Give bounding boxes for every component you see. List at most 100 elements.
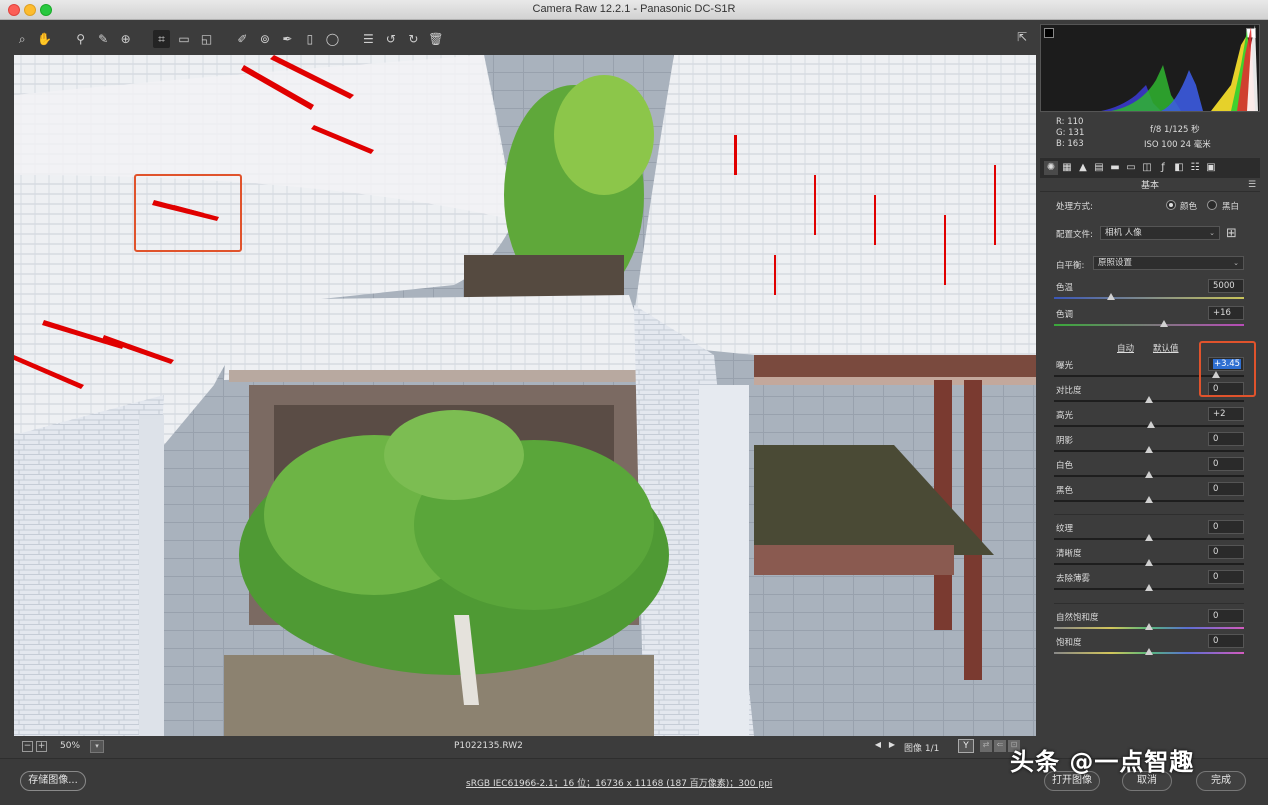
- snapshots-tab-icon[interactable]: ▣: [1204, 161, 1218, 175]
- transform-icon[interactable]: ◱: [198, 30, 215, 48]
- slider-label: 饱和度: [1056, 638, 1082, 648]
- fullscreen-icon[interactable]: ⇱: [1014, 30, 1030, 46]
- profile-dropdown[interactable]: 相机 人像 ⌄: [1100, 226, 1220, 240]
- lens-tab-icon[interactable]: ▭: [1124, 161, 1138, 175]
- red-eye-icon[interactable]: ⊚: [257, 30, 274, 48]
- slider-thumb[interactable]: [1145, 584, 1153, 591]
- bw-label: 黑白: [1222, 202, 1240, 212]
- slider-track[interactable]: [1054, 623, 1244, 630]
- slider-value-field[interactable]: +2: [1208, 407, 1244, 421]
- zoom-icon[interactable]: ⌕: [14, 30, 31, 48]
- slider-thumb[interactable]: [1145, 446, 1153, 453]
- split-toning-tab-icon[interactable]: ▬: [1108, 161, 1122, 175]
- basic-tab-icon[interactable]: ✺: [1044, 161, 1058, 175]
- profile-browser-icon[interactable]: ⊞: [1226, 226, 1242, 242]
- zoom-in-button[interactable]: +: [36, 741, 47, 752]
- slider-track[interactable]: [1054, 421, 1244, 428]
- slider-thumb[interactable]: [1107, 293, 1115, 300]
- slider-thumb[interactable]: [1145, 471, 1153, 478]
- list-icon[interactable]: ☰: [360, 30, 377, 48]
- white-balance-icon[interactable]: ⚲: [72, 30, 89, 48]
- color-label: 颜色: [1180, 202, 1198, 212]
- slider-track[interactable]: [1054, 293, 1244, 300]
- calibration-tab-icon[interactable]: ◧: [1172, 161, 1186, 175]
- auto-button[interactable]: 自动: [1117, 342, 1134, 354]
- slider-track[interactable]: [1054, 496, 1244, 503]
- spot-removal-icon[interactable]: ✐: [234, 30, 251, 48]
- radial-filter-icon[interactable]: ◯: [324, 30, 341, 48]
- rotate-right-icon[interactable]: ↻: [405, 30, 422, 48]
- save-image-button[interactable]: 存储图像...: [20, 771, 86, 791]
- presets-tab-icon[interactable]: ☷: [1188, 161, 1202, 175]
- slider-value-field[interactable]: 0: [1208, 609, 1244, 623]
- prev-image-icon[interactable]: ◀: [872, 740, 884, 752]
- panel-tabs: ✺ ▦ ▲ ▤ ▬ ▭ ◫ ƒ ◧ ☷ ▣: [1040, 158, 1260, 178]
- slider-value-field[interactable]: 0: [1208, 570, 1244, 584]
- copy-settings-icon[interactable]: ⇐: [994, 740, 1006, 752]
- trash-icon[interactable]: 🗑: [428, 30, 445, 48]
- rotate-left-icon[interactable]: ↺: [383, 30, 400, 48]
- workflow-options-link[interactable]: sRGB IEC61966-2.1；16 位；16736 x 11168 (18…: [466, 776, 772, 789]
- watermark-text: 头条 @一点智趣: [1010, 748, 1195, 776]
- slider-thumb[interactable]: [1145, 496, 1153, 503]
- slider-track[interactable]: [1054, 559, 1244, 566]
- slider-value-field[interactable]: 0: [1208, 545, 1244, 559]
- panel-title: 基本: [1040, 178, 1260, 192]
- slider-track[interactable]: [1054, 648, 1244, 655]
- slider-label: 色调: [1056, 310, 1074, 320]
- target-adjust-icon[interactable]: ⊕: [117, 30, 134, 48]
- swap-icon[interactable]: ⇄: [980, 740, 992, 752]
- before-after-toggle[interactable]: Y: [958, 739, 974, 753]
- slider-track[interactable]: [1054, 471, 1244, 478]
- slider-value-field[interactable]: 5000: [1208, 279, 1244, 293]
- tone-curve-tab-icon[interactable]: ▦: [1060, 161, 1074, 175]
- slider-value-field[interactable]: 0: [1208, 457, 1244, 471]
- slider-label: 纹理: [1056, 524, 1074, 534]
- image-preview[interactable]: [14, 55, 1036, 736]
- panel-menu-icon[interactable]: ☰: [1248, 180, 1256, 190]
- preview-status-bar: − + 50% ▾ P1022135.RW2 ◀ ▶ 图像 1/1 Y ⇄ ⇐ …: [14, 738, 1036, 756]
- slider-track[interactable]: [1054, 320, 1244, 327]
- straighten-icon[interactable]: ▭: [176, 30, 193, 48]
- graduated-filter-icon[interactable]: ▯: [302, 30, 319, 48]
- hsl-tab-icon[interactable]: ▤: [1092, 161, 1106, 175]
- photo-courtyard: [14, 55, 1036, 736]
- detail-tab-icon[interactable]: ▲: [1076, 161, 1090, 175]
- color-sampler-icon[interactable]: ✎: [95, 30, 112, 48]
- slider-value-field[interactable]: 0: [1208, 634, 1244, 648]
- slider-thumb[interactable]: [1146, 421, 1155, 428]
- crop-icon[interactable]: ⌗: [153, 30, 170, 48]
- zoom-dropdown[interactable]: ▾: [90, 740, 104, 753]
- slider-thumb[interactable]: [1160, 320, 1169, 327]
- slider-value-field[interactable]: +16: [1208, 306, 1244, 320]
- wb-dropdown[interactable]: 原照设置 ⌄: [1093, 256, 1244, 270]
- bw-radio[interactable]: [1207, 200, 1217, 210]
- slider-track[interactable]: [1054, 584, 1244, 591]
- next-image-icon[interactable]: ▶: [886, 740, 898, 752]
- rgb-readout: R: 110 G: 131 B: 163: [1056, 117, 1084, 150]
- slider-track[interactable]: [1054, 534, 1244, 541]
- zoom-level: 50%: [60, 741, 81, 751]
- slider-thumb[interactable]: [1145, 396, 1153, 403]
- slider-value-field[interactable]: 0: [1208, 520, 1244, 534]
- slider-value-field[interactable]: 0: [1208, 482, 1244, 496]
- slider-label: 自然饱和度: [1056, 613, 1099, 623]
- zoom-out-button[interactable]: −: [22, 741, 33, 752]
- slider-value-field[interactable]: 0: [1208, 432, 1244, 446]
- red-value: R: 110: [1056, 117, 1084, 127]
- slider-thumb[interactable]: [1145, 559, 1153, 566]
- effects-tab-icon[interactable]: ƒ: [1156, 161, 1170, 175]
- brush-icon[interactable]: ✒: [279, 30, 296, 48]
- color-radio[interactable]: [1166, 200, 1176, 210]
- hand-icon[interactable]: ✋: [37, 30, 54, 48]
- image-info: R: 110 G: 131 B: 163 f/8 1/125 秒 ISO 100…: [1040, 113, 1260, 157]
- transform-tab-icon[interactable]: ◫: [1140, 161, 1154, 175]
- slider-thumb[interactable]: [1145, 534, 1153, 541]
- slider-thumb[interactable]: [1145, 648, 1153, 655]
- slider-thumb[interactable]: [1145, 623, 1153, 630]
- done-button[interactable]: 完成: [1196, 771, 1246, 791]
- profile-label: 配置文件:: [1056, 230, 1093, 240]
- slider-track[interactable]: [1054, 446, 1244, 453]
- slider-track[interactable]: [1054, 396, 1244, 403]
- default-button[interactable]: 默认值: [1153, 342, 1179, 354]
